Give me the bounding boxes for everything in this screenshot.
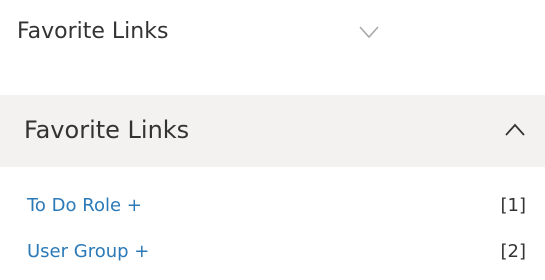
favorite-link-count: [2] <box>500 241 527 262</box>
favorite-link-user-group[interactable]: User Group + <box>27 240 149 264</box>
favorite-link-count: [1] <box>500 195 527 216</box>
favorite-link-to-do-role[interactable]: To Do Role + <box>27 194 142 218</box>
favorite-links-list: To Do Role + [1] User Group + [2] <box>0 188 545 280</box>
favorite-links-title: Favorite Links <box>17 19 169 44</box>
favorite-links-header-collapsed[interactable]: Favorite Links <box>0 0 545 68</box>
list-item: To Do Role + [1] <box>0 188 545 234</box>
chevron-up-icon[interactable] <box>505 122 525 136</box>
favorite-links-title: Favorite Links <box>24 116 190 144</box>
favorite-links-header-expanded[interactable]: Favorite Links <box>0 95 545 167</box>
list-item: User Group + [2] <box>0 234 545 280</box>
chevron-down-icon[interactable] <box>359 24 379 39</box>
